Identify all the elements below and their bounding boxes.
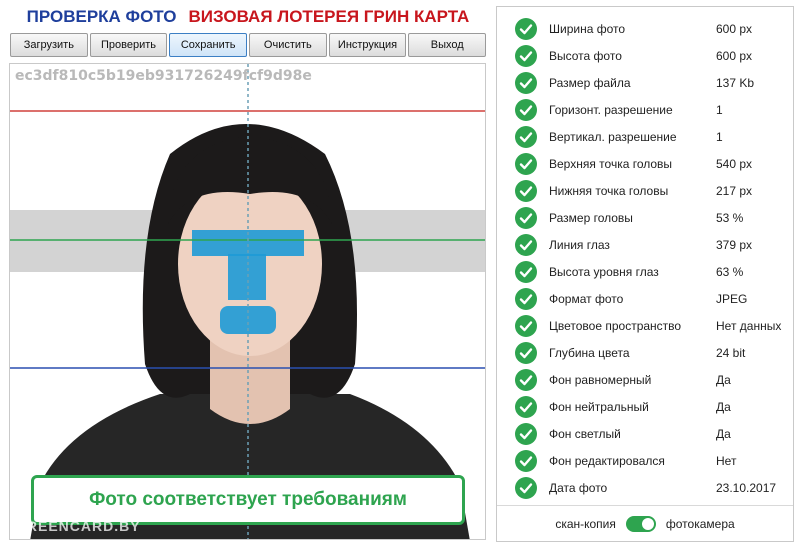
- result-value: Нет: [716, 453, 737, 468]
- result-row: Ширина фото 600 px: [497, 15, 793, 42]
- result-label: Фон равномерный: [549, 372, 652, 387]
- result-label: Фон редактировался: [549, 453, 665, 468]
- portrait-image: [10, 64, 485, 539]
- result-row: Фон редактировался Нет: [497, 447, 793, 474]
- result-value: 600 px: [716, 48, 753, 63]
- result-value: Нет данных: [716, 318, 782, 333]
- result-label: Вертикал. разрешение: [549, 129, 677, 144]
- result-row: Высота уровня глаз 63 %: [497, 258, 793, 285]
- result-row: Нижняя точка головы 217 px: [497, 177, 793, 204]
- source-mode-toggle[interactable]: [625, 515, 656, 532]
- result-value: 23.10.2017: [716, 480, 777, 495]
- check-icon: [515, 260, 537, 283]
- check-icon: [515, 206, 537, 229]
- result-value: 63 %: [716, 264, 744, 279]
- clear-button[interactable]: Очистить: [249, 33, 327, 57]
- source-mode-bar: скан-копия фотокамера: [497, 505, 793, 541]
- result-label: Ширина фото: [549, 21, 626, 36]
- result-row: Дата фото 23.10.2017: [497, 474, 793, 501]
- result-row: Размер головы 53 %: [497, 204, 793, 231]
- result-row: Глубина цвета 24 bit: [497, 339, 793, 366]
- result-value: 379 px: [716, 237, 753, 252]
- exit-button[interactable]: Выход: [408, 33, 487, 57]
- check-icon: [515, 368, 537, 391]
- check-icon: [515, 125, 537, 148]
- result-label: Верхняя точка головы: [549, 156, 673, 171]
- result-label: Дата фото: [549, 480, 608, 495]
- result-label: Высота уровня глаз: [549, 264, 659, 279]
- check-icon: [515, 314, 537, 337]
- result-row: Цветовое пространство Нет данных: [497, 312, 793, 339]
- result-label: Цветовое пространство: [549, 318, 682, 333]
- result-row: Формат фото JPEG: [497, 285, 793, 312]
- photo-hash: ec3df810c5b19eb931726249fcf9d98e: [15, 68, 312, 84]
- load-button[interactable]: Загрузить: [10, 33, 88, 57]
- title-lottery: ВИЗОВАЯ ЛОТЕРЕЯ ГРИН КАРТА: [188, 7, 470, 26]
- result-label: Размер головы: [549, 210, 633, 225]
- results-list: Ширина фото 600 px Высота фото 600 px Размер…: [497, 7, 793, 501]
- watermark: GREENCARD.BY: [15, 518, 141, 534]
- result-label: Нижняя точка головы: [549, 183, 669, 198]
- result-value: JPEG: [716, 291, 748, 306]
- result-label: Фон нейтральный: [549, 399, 649, 414]
- result-value: 1: [716, 102, 723, 117]
- results-panel: Ширина фото 600 px Высота фото 600 px Размер…: [496, 6, 794, 542]
- result-label: Горизонт. разрешение: [549, 102, 673, 117]
- photo-preview: ec3df810c5b19eb931726249fcf9d98e Фото со…: [9, 63, 486, 540]
- result-row: Фон нейтральный Да: [497, 393, 793, 420]
- toggle-knob: [641, 517, 654, 530]
- check-icon: [515, 179, 537, 202]
- check-icon: [515, 395, 537, 418]
- scan-copy-label: скан-копия: [555, 516, 616, 531]
- result-row: Линия глаз 379 px: [497, 231, 793, 258]
- result-label: Размер файла: [549, 75, 631, 90]
- check-icon: [515, 152, 537, 175]
- result-row: Размер файла 137 Kb: [497, 69, 793, 96]
- result-label: Формат фото: [549, 291, 624, 306]
- check-icon: [515, 287, 537, 310]
- save-button[interactable]: Сохранить: [169, 33, 248, 57]
- result-value: 137 Kb: [716, 75, 755, 90]
- result-row: Верхняя точка головы 540 px: [497, 150, 793, 177]
- result-value: 217 px: [716, 183, 753, 198]
- result-row: Фон равномерный Да: [497, 366, 793, 393]
- result-value: Да: [716, 399, 731, 414]
- check-icon: [515, 233, 537, 256]
- result-row: Высота фото 600 px: [497, 42, 793, 69]
- result-value: Да: [716, 426, 731, 441]
- instructions-button[interactable]: Инструкция: [328, 33, 407, 57]
- check-icon: [515, 44, 537, 67]
- check-icon: [515, 71, 537, 94]
- result-row: Фон светлый Да: [497, 420, 793, 447]
- result-label: Линия глаз: [549, 237, 610, 252]
- check-icon: [515, 98, 537, 121]
- check-icon: [515, 341, 537, 364]
- app-header: ПРОВЕРКА ФОТО ВИЗОВАЯ ЛОТЕРЕЯ ГРИН КАРТА: [0, 0, 496, 34]
- result-row: Горизонт. разрешение 1: [497, 96, 793, 123]
- camera-label: фотокамера: [665, 516, 735, 531]
- result-label: Фон светлый: [549, 426, 621, 441]
- result-value: 53 %: [716, 210, 744, 225]
- check-icon: [515, 17, 537, 40]
- result-value: 1: [716, 129, 723, 144]
- result-label: Высота фото: [549, 48, 622, 63]
- check-icon: [515, 422, 537, 445]
- result-value: 600 px: [716, 21, 753, 36]
- check-icon: [515, 449, 537, 472]
- result-value: 540 px: [716, 156, 753, 171]
- result-row: Вертикал. разрешение 1: [497, 123, 793, 150]
- result-value: Да: [716, 372, 731, 387]
- title-photo-check: ПРОВЕРКА ФОТО: [26, 7, 177, 26]
- check-icon: [515, 476, 537, 499]
- toolbar: Загрузить Проверить Сохранить Очистить И…: [10, 33, 487, 57]
- check-button[interactable]: Проверить: [89, 33, 168, 57]
- result-value: 24 bit: [716, 345, 746, 360]
- result-label: Глубина цвета: [549, 345, 630, 360]
